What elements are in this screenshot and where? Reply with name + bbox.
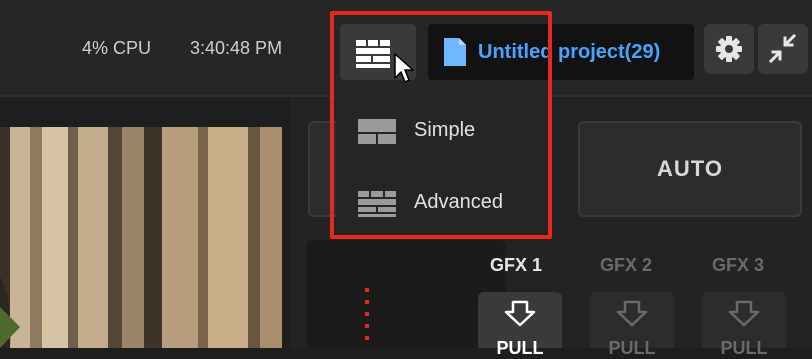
gfx-2-pull-button[interactable]: PULL xyxy=(590,292,674,358)
auto-label: AUTO xyxy=(657,156,723,181)
collapse-button[interactable] xyxy=(758,24,808,74)
project-title: Untitled project(29) xyxy=(478,41,661,63)
arrow-down-icon xyxy=(728,300,760,327)
arrow-down-icon xyxy=(504,300,536,327)
arrow-down-icon xyxy=(616,300,648,327)
cpu-usage: 4% CPU xyxy=(82,38,152,58)
gear-icon xyxy=(716,36,742,62)
top-toolbar: 4% CPU 3:40:48 PM Untitled project(29) xyxy=(0,0,812,95)
auto-button[interactable]: AUTO xyxy=(578,121,802,217)
gfx-1-label: GFX 1 xyxy=(490,255,543,275)
clock-time: 3:40:48 PM xyxy=(190,38,283,58)
mouse-cursor-icon xyxy=(394,53,414,83)
layout-option-simple[interactable]: Simple xyxy=(336,107,546,155)
simple-layout-icon xyxy=(358,119,396,144)
layout-dropdown-menu: Simple Advanced xyxy=(336,95,546,233)
layout-option-label: Simple xyxy=(414,119,476,141)
gfx-2-label: GFX 2 xyxy=(600,255,653,275)
overlay-panel xyxy=(306,240,506,348)
gfx-3-label: GFX 3 xyxy=(712,255,765,275)
gfx-1-pull-button[interactable]: PULL xyxy=(478,292,562,358)
collapse-arrows-icon xyxy=(768,33,797,64)
layout-option-label: Advanced xyxy=(414,191,503,213)
level-meter xyxy=(365,288,369,340)
gfx-2-action: PULL xyxy=(608,338,656,358)
preview-image xyxy=(0,127,282,348)
project-title-button[interactable]: Untitled project(29) xyxy=(428,24,694,80)
layout-button[interactable] xyxy=(340,24,416,83)
gfx-3-pull-button[interactable]: PULL xyxy=(702,292,786,358)
layout-option-advanced[interactable]: Advanced xyxy=(336,179,546,227)
document-icon xyxy=(444,38,466,66)
advanced-layout-icon xyxy=(358,191,396,217)
settings-button[interactable] xyxy=(704,24,754,74)
gfx-3-action: PULL xyxy=(720,338,768,358)
gfx-1-action: PULL xyxy=(496,338,544,358)
video-preview xyxy=(0,127,282,348)
